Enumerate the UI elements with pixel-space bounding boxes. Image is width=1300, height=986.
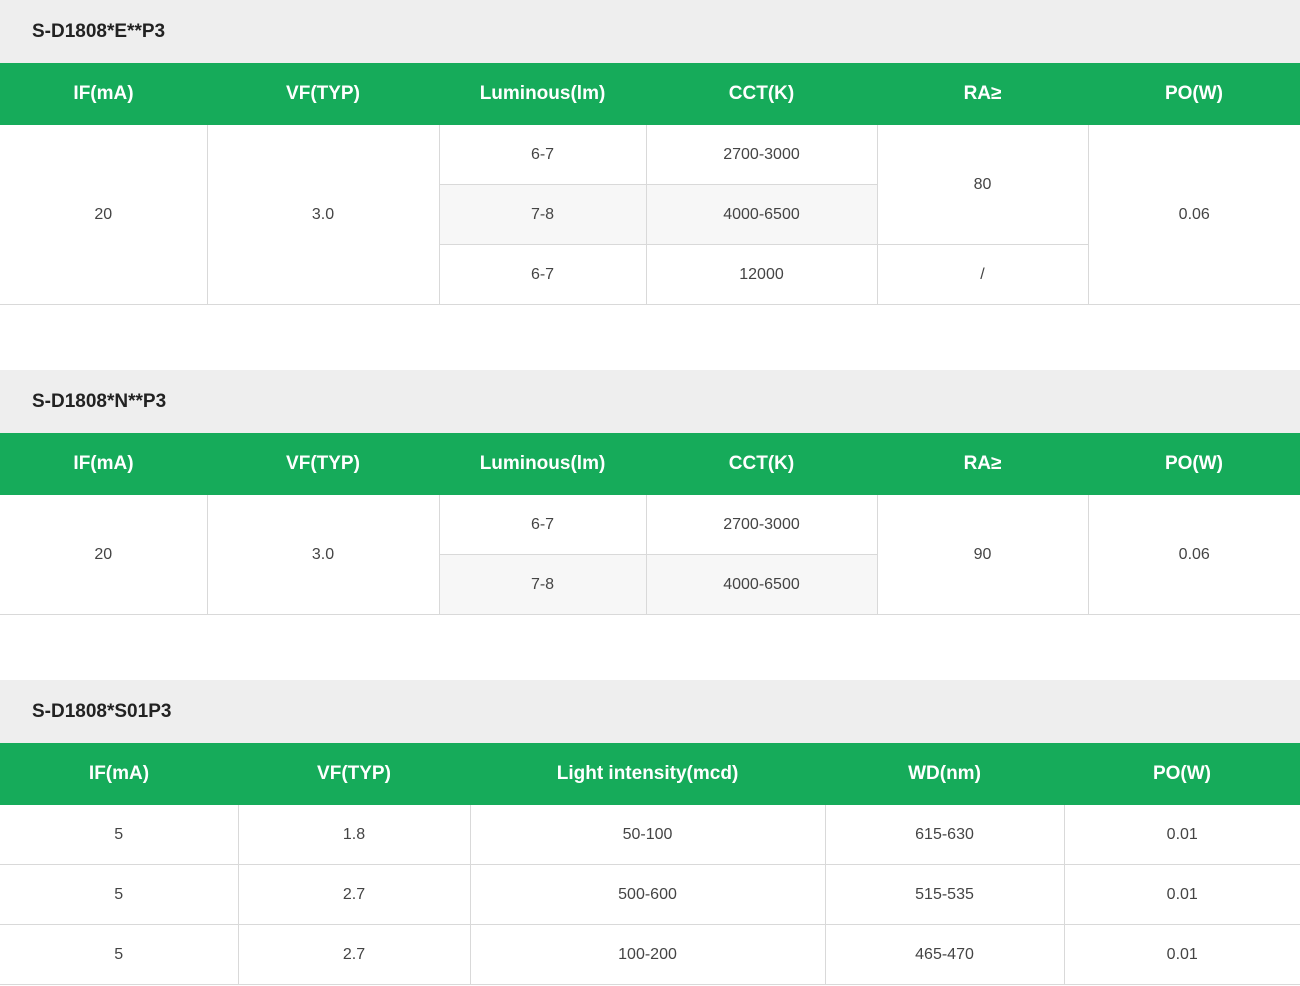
header-cct: CCT(K) bbox=[646, 433, 877, 495]
header-vf: VF(TYP) bbox=[207, 433, 439, 495]
cell-light-intensity: 50-100 bbox=[470, 805, 826, 865]
header-ra: RA≥ bbox=[877, 63, 1088, 125]
spec-section-n: S-D1808*N**P3 IF(mA) VF(TYP) Luminous(lm… bbox=[0, 370, 1300, 615]
cell-ra: / bbox=[877, 244, 1089, 305]
table-header-row: IF(mA) VF(TYP) Luminous(lm) CCT(K) RA≥ P… bbox=[0, 63, 1300, 125]
cell-vf: 1.8 bbox=[238, 805, 471, 865]
table-row: 5 1.8 50-100 615-630 0.01 bbox=[0, 805, 1300, 865]
cell-ra: 90 bbox=[877, 495, 1089, 615]
table-header-row: IF(mA) VF(TYP) Light intensity(mcd) WD(n… bbox=[0, 743, 1300, 805]
cell-luminous: 6-7 bbox=[439, 244, 647, 305]
cell-luminous: 7-8 bbox=[439, 184, 647, 245]
cell-po: 0.01 bbox=[1064, 864, 1300, 925]
cell-po: 0.06 bbox=[1088, 495, 1300, 615]
cell-if: 5 bbox=[0, 924, 239, 985]
header-luminous: Luminous(lm) bbox=[439, 63, 646, 125]
section-title: S-D1808*N**P3 bbox=[0, 370, 1300, 433]
cell-if: 20 bbox=[0, 125, 208, 305]
cell-light-intensity: 500-600 bbox=[470, 864, 826, 925]
cell-wd: 515-535 bbox=[825, 864, 1065, 925]
cell-po: 0.01 bbox=[1064, 805, 1300, 865]
cell-vf: 3.0 bbox=[207, 495, 440, 615]
spec-table: IF(mA) VF(TYP) Luminous(lm) CCT(K) RA≥ P… bbox=[0, 63, 1300, 305]
cell-vf: 2.7 bbox=[238, 864, 471, 925]
cell-cct: 2700-3000 bbox=[646, 495, 878, 555]
cell-ra: 80 bbox=[877, 125, 1089, 245]
cell-vf: 2.7 bbox=[238, 924, 471, 985]
header-luminous: Luminous(lm) bbox=[439, 433, 646, 495]
header-if: IF(mA) bbox=[0, 743, 238, 805]
table-row: 20 3.0 6-7 2700-3000 90 0.06 bbox=[0, 495, 1300, 615]
cell-wd: 615-630 bbox=[825, 805, 1065, 865]
header-po: PO(W) bbox=[1088, 433, 1300, 495]
header-po: PO(W) bbox=[1064, 743, 1300, 805]
cell-if: 20 bbox=[0, 495, 208, 615]
cell-po: 0.01 bbox=[1064, 924, 1300, 985]
table-row: 5 2.7 100-200 465-470 0.01 bbox=[0, 924, 1300, 985]
section-title: S-D1808*S01P3 bbox=[0, 680, 1300, 743]
spec-section-s01: S-D1808*S01P3 IF(mA) VF(TYP) Light inten… bbox=[0, 680, 1300, 985]
table-row: 20 3.0 6-7 2700-3000 80 0.06 bbox=[0, 125, 1300, 305]
header-vf: VF(TYP) bbox=[207, 63, 439, 125]
cell-if: 5 bbox=[0, 805, 239, 865]
cell-cct: 4000-6500 bbox=[646, 184, 878, 245]
cell-luminous: 6-7 bbox=[439, 125, 647, 185]
header-wd: WD(nm) bbox=[825, 743, 1064, 805]
table-row: 5 2.7 500-600 515-535 0.01 bbox=[0, 864, 1300, 925]
header-if: IF(mA) bbox=[0, 433, 207, 495]
cell-po: 0.06 bbox=[1088, 125, 1300, 305]
section-title: S-D1808*E**P3 bbox=[0, 0, 1300, 63]
header-ra: RA≥ bbox=[877, 433, 1088, 495]
cell-luminous: 6-7 bbox=[439, 495, 647, 555]
cell-cct: 12000 bbox=[646, 244, 878, 305]
spec-table: IF(mA) VF(TYP) Light intensity(mcd) WD(n… bbox=[0, 743, 1300, 985]
header-cct: CCT(K) bbox=[646, 63, 877, 125]
cell-if: 5 bbox=[0, 864, 239, 925]
header-if: IF(mA) bbox=[0, 63, 207, 125]
spec-table: IF(mA) VF(TYP) Luminous(lm) CCT(K) RA≥ P… bbox=[0, 433, 1300, 615]
cell-cct: 4000-6500 bbox=[646, 554, 878, 615]
header-light-intensity: Light intensity(mcd) bbox=[470, 743, 825, 805]
cell-cct: 2700-3000 bbox=[646, 125, 878, 185]
cell-light-intensity: 100-200 bbox=[470, 924, 826, 985]
cell-luminous: 7-8 bbox=[439, 554, 647, 615]
header-vf: VF(TYP) bbox=[238, 743, 470, 805]
table-header-row: IF(mA) VF(TYP) Luminous(lm) CCT(K) RA≥ P… bbox=[0, 433, 1300, 495]
cell-vf: 3.0 bbox=[207, 125, 440, 305]
cell-wd: 465-470 bbox=[825, 924, 1065, 985]
spec-section-e: S-D1808*E**P3 IF(mA) VF(TYP) Luminous(lm… bbox=[0, 0, 1300, 305]
header-po: PO(W) bbox=[1088, 63, 1300, 125]
